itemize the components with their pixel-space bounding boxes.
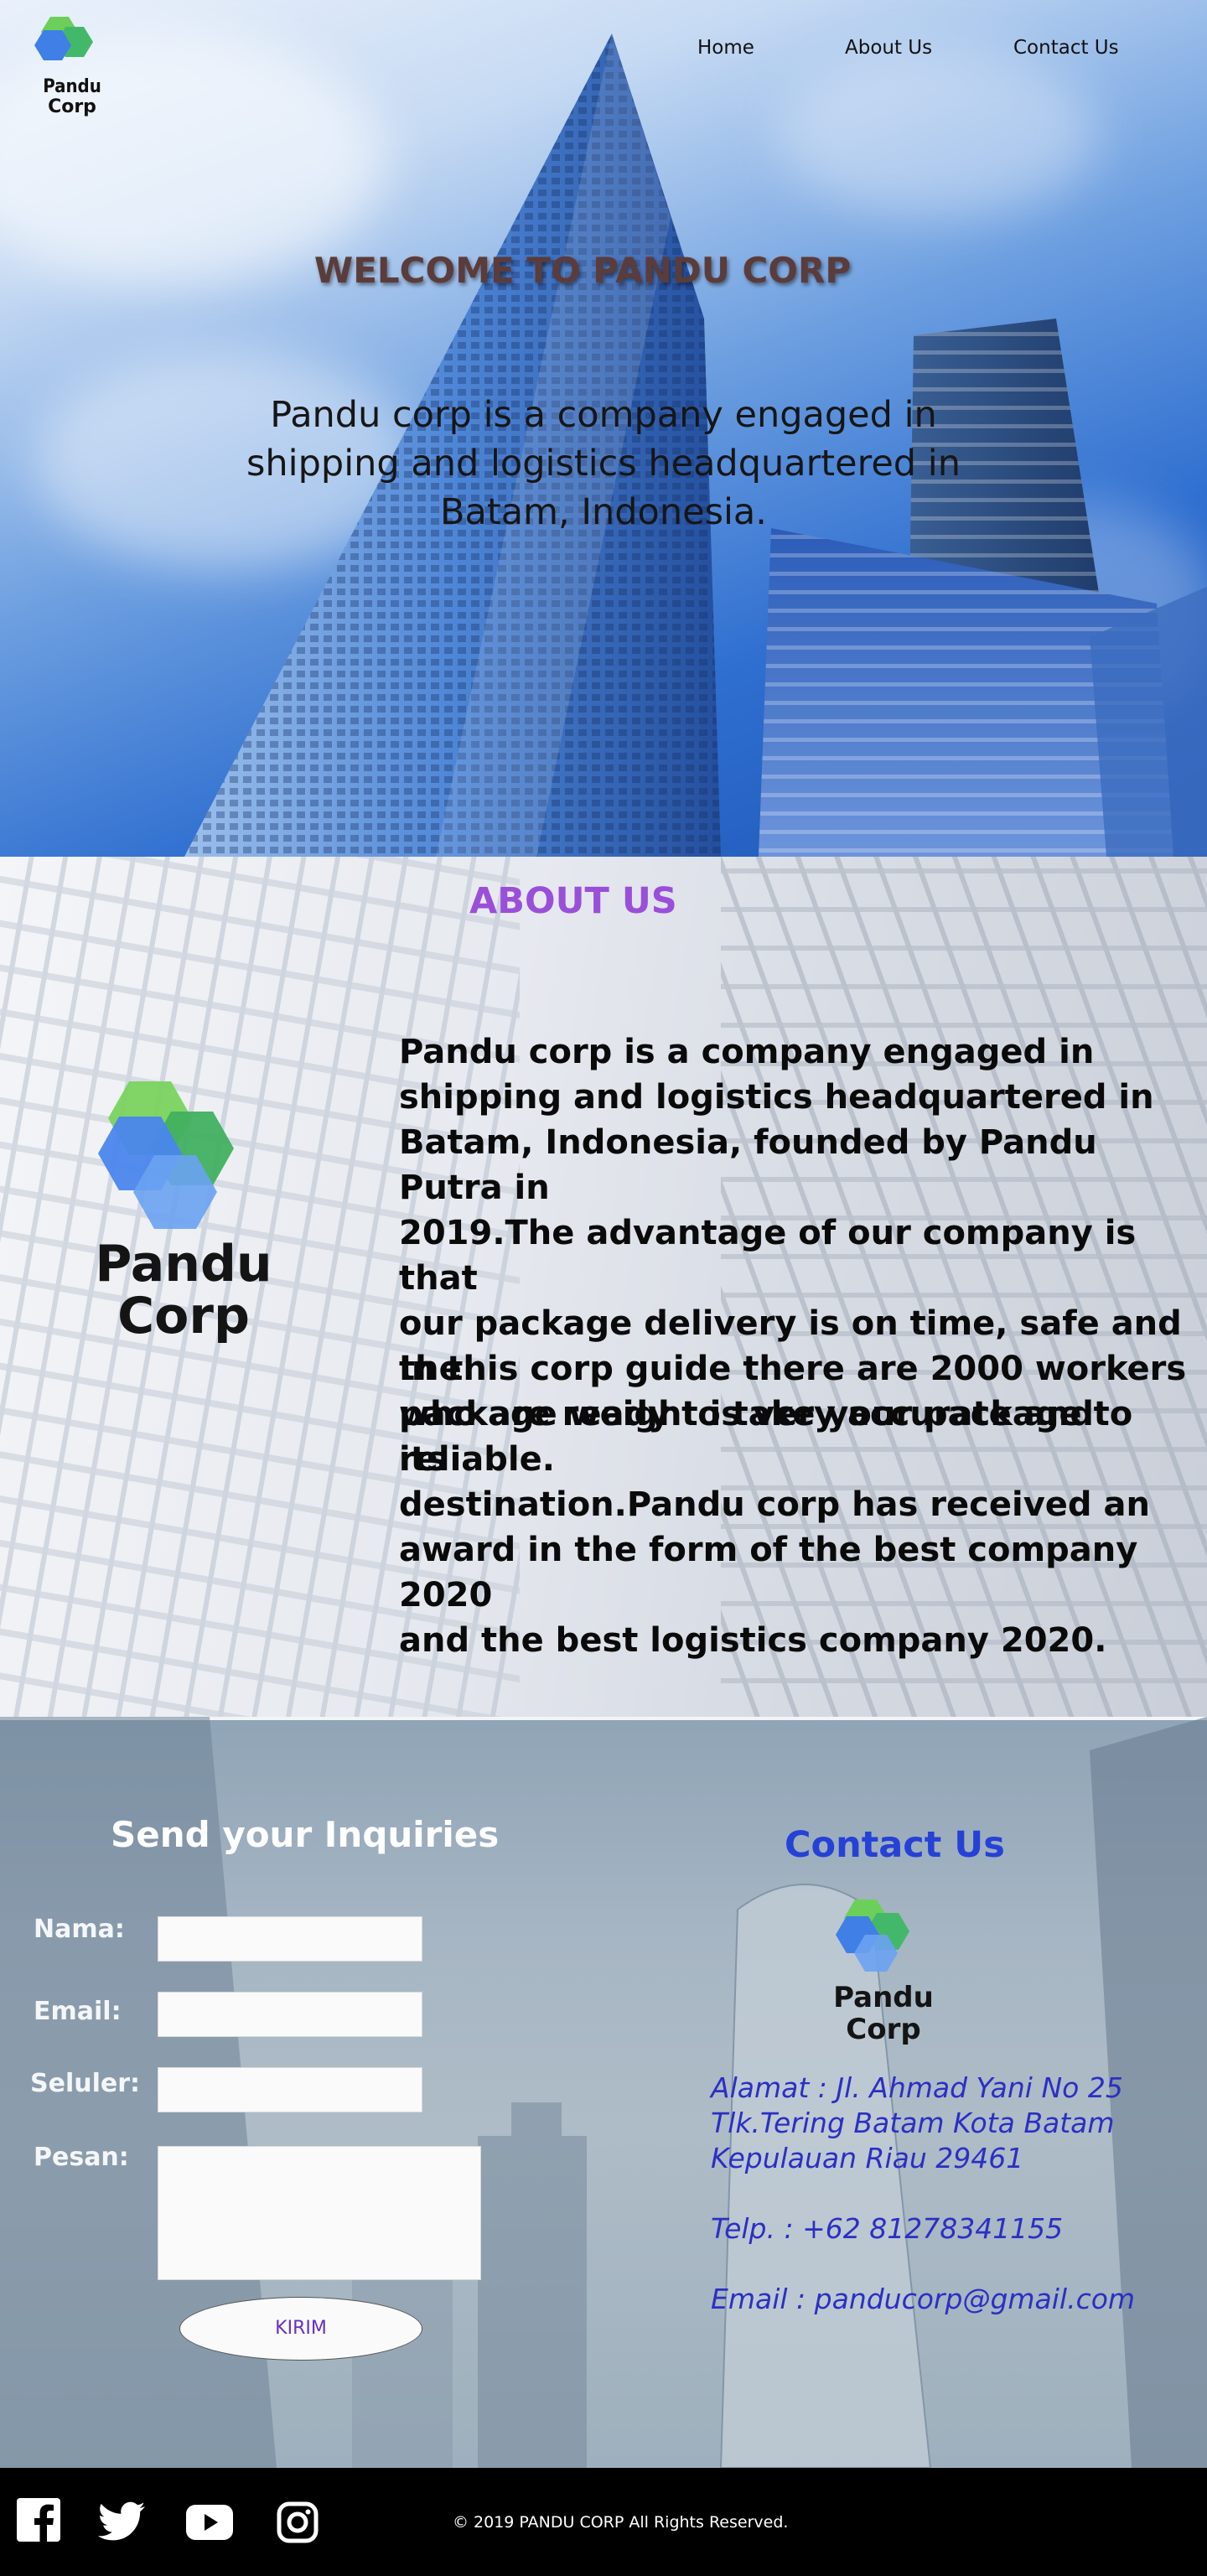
pandu-corp-logo-large: Pandu Corp <box>95 1081 272 1343</box>
hero-section: Pandu Corp Home About Us Contact Us WELC… <box>0 0 1207 857</box>
youtube-icon[interactable] <box>186 2505 233 2540</box>
about-line: Pandu corp is a company engaged in <box>399 1033 1095 1071</box>
contact-section: Send your Inquiries Nama: Email: Seluler… <box>0 1717 1207 2468</box>
contact-email[interactable]: Email : panducorp@gmail.com <box>711 2282 1197 2317</box>
address-line: Alamat : Jl. Ahmad Yani No 25 <box>711 2071 1123 2104</box>
main-nav: Home About Us Contact Us <box>0 37 1207 62</box>
name-input[interactable] <box>158 1916 422 1962</box>
about-line: 2019.The advantage of our company is tha… <box>399 1214 1137 1298</box>
nav-contact[interactable]: Contact Us <box>1013 37 1119 59</box>
submit-button[interactable]: KIRIM <box>179 2297 422 2361</box>
phone-input[interactable] <box>158 2067 422 2112</box>
about-line: Batam, Indonesia, founded by Pandu Putra… <box>399 1123 1097 1207</box>
nav-about[interactable]: About Us <box>845 37 932 59</box>
name-label: Nama: <box>34 1915 125 1944</box>
address-line: Kepulauan Riau 29461 <box>711 2142 1024 2174</box>
address-line: Tlk.Tering Batam Kota Batam <box>711 2107 1115 2139</box>
facebook-icon[interactable] <box>17 2498 60 2542</box>
message-label: Pesan: <box>34 2143 129 2172</box>
pandu-corp-logo[interactable]: Pandu Corp <box>32 13 112 122</box>
about-paragraph-2: In this corp guide there are 2000 worker… <box>399 1346 1187 1663</box>
about-line: award in the form of the best company 20… <box>399 1531 1138 1615</box>
email-label: Email: <box>34 1997 122 2026</box>
twitter-icon[interactable] <box>97 2501 146 2543</box>
about-line: who are ready to take your package to it… <box>399 1395 1133 1479</box>
logo-text-line2: Corp <box>48 96 96 117</box>
footer: © 2019 PANDU CORP All Rights Reserved. <box>0 2468 1207 2576</box>
logo-text-line1: Pandu <box>43 76 101 97</box>
about-section: ABOUT US Pandu Corp Pandu corp is a comp… <box>0 857 1207 1717</box>
logo-text-line2: Corp <box>846 2013 920 2045</box>
email-input[interactable] <box>158 1992 422 2037</box>
about-line: shipping and logistics headquartered in <box>399 1078 1154 1117</box>
nav-home[interactable]: Home <box>697 37 754 59</box>
hero-line: Pandu corp is a company engaged in <box>270 394 937 436</box>
contact-title: Contact Us <box>785 1824 1005 1866</box>
form-title: Send your Inquiries <box>111 1814 500 1855</box>
contact-phone: Telp. : +62 81278341155 <box>711 2212 1064 2245</box>
logo-text-line1: Pandu <box>833 1981 934 2014</box>
logo-text-line1: Pandu <box>95 1235 272 1293</box>
about-line: destination.Pandu corp has received an <box>399 1485 1150 1524</box>
hero-line: Batam, Indonesia. <box>440 491 767 533</box>
phone-label: Seluler: <box>30 2069 141 2098</box>
instagram-icon[interactable] <box>277 2501 319 2543</box>
message-textarea[interactable] <box>158 2146 481 2280</box>
hero-description: Pandu corp is a company engaged in shipp… <box>210 391 997 536</box>
hero-title: WELCOME TO PANDU CORP <box>313 250 852 291</box>
hero-line: shipping and logistics headquartered in <box>246 443 961 485</box>
about-line: In this corp guide there are 2000 worker… <box>399 1350 1187 1388</box>
contact-address: Alamat : Jl. Ahmad Yani No 25 Tlk.Tering… <box>711 2071 1197 2176</box>
pandu-corp-logo-contact: Pandu Corp <box>833 1900 934 2045</box>
about-title: ABOUT US <box>469 880 677 922</box>
copyright-text: © 2019 PANDU CORP All Rights Reserved. <box>453 2513 789 2532</box>
logo-text-line2: Corp <box>117 1287 250 1343</box>
about-line: and the best logistics company 2020. <box>399 1621 1107 1660</box>
